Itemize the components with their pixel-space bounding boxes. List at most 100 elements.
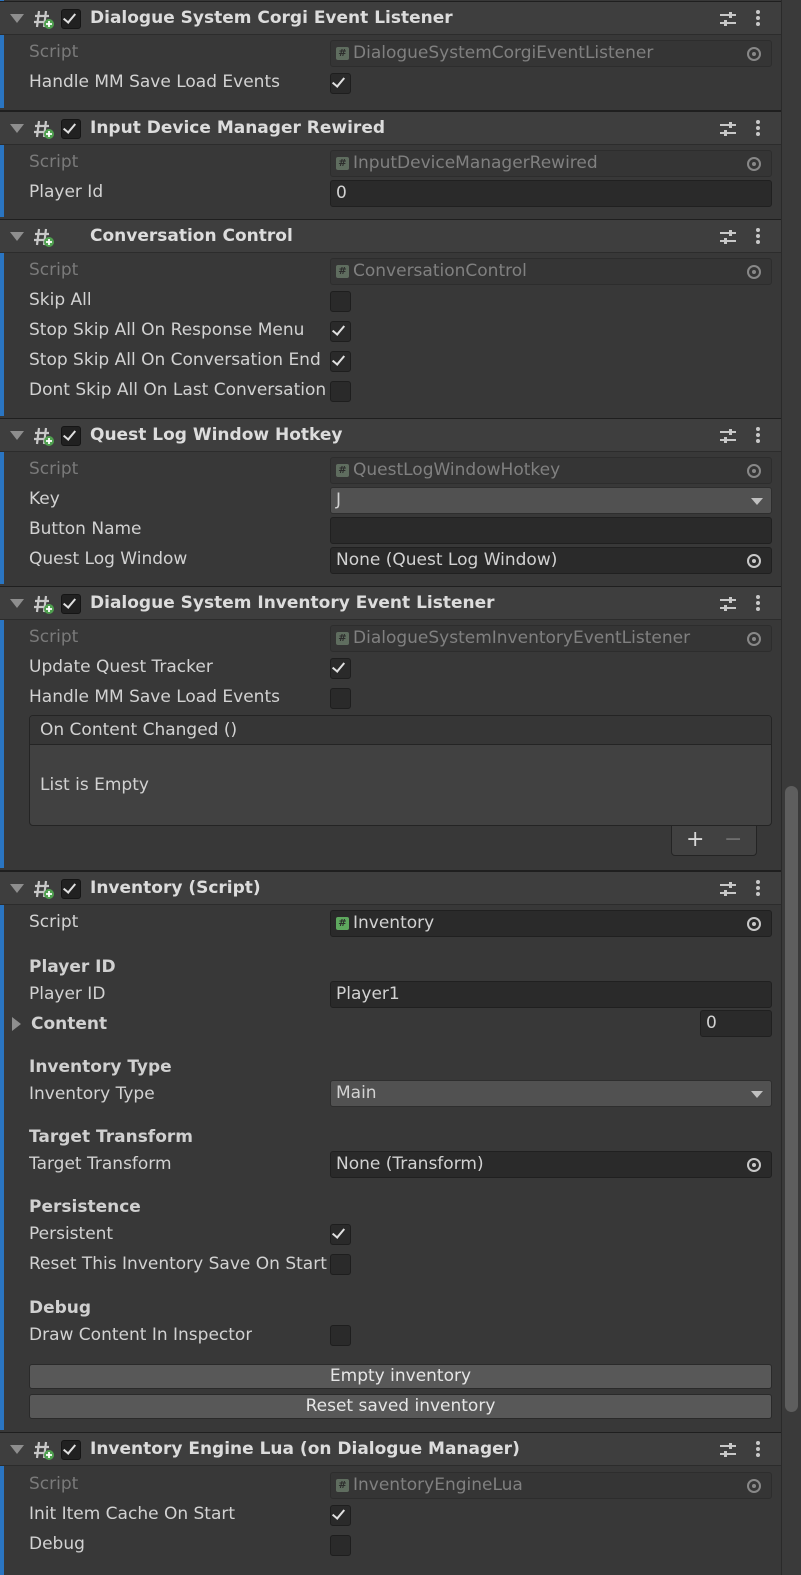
foldout-arrow-icon[interactable] [10,124,24,133]
context-menu-icon[interactable] [749,9,767,29]
script-field[interactable]: # Inventory [330,910,772,937]
check-icon [331,74,346,88]
component-inventory-event-listener: Dialogue System Inventory Event Listener… [0,586,781,872]
field-label: Dont Skip All On Last Conversation [29,380,327,400]
content-label[interactable]: Content [31,1014,107,1034]
script-file-icon: # [336,632,349,645]
object-picker-icon[interactable] [747,1158,761,1172]
add-event-button[interactable]: + [686,828,704,852]
inventory-type-dropdown[interactable]: Main [330,1080,772,1107]
field-label: Update Quest Tracker [29,657,213,677]
component-enabled-checkbox[interactable] [61,594,81,614]
script-component-icon [34,228,54,247]
preset-sliders-icon[interactable] [718,121,738,137]
key-dropdown[interactable]: J [330,487,772,514]
empty-inventory-button[interactable]: Empty inventory [29,1364,772,1389]
script-field[interactable]: # ConversationControl [330,258,772,285]
persistent-checkbox[interactable] [330,1224,351,1245]
foldout-arrow-icon[interactable] [10,232,24,241]
dropdown-arrow-icon [751,498,763,505]
component-title: Conversation Control [90,226,293,246]
reset-inventory-save-checkbox[interactable] [330,1254,351,1275]
context-menu-icon[interactable] [749,879,767,899]
vertical-scrollbar[interactable] [781,0,801,1575]
component-enabled-checkbox[interactable] [61,9,81,29]
object-picker-icon[interactable] [747,47,761,61]
component-header[interactable]: Dialogue System Corgi Event Listener [0,1,781,35]
context-menu-icon[interactable] [749,426,767,446]
script-field[interactable]: # DialogueSystemInventoryEventListener [330,625,772,652]
dont-skip-last-conversation-checkbox[interactable] [330,381,351,402]
update-quest-tracker-checkbox[interactable] [330,658,351,679]
object-picker-icon[interactable] [747,1479,761,1493]
preset-sliders-icon[interactable] [718,428,738,444]
remove-event-button[interactable]: − [724,828,742,852]
field-label: Key [29,489,60,509]
foldout-arrow-icon[interactable] [10,599,24,608]
reset-saved-inventory-button[interactable]: Reset saved inventory [29,1394,772,1419]
init-item-cache-checkbox[interactable] [330,1505,351,1526]
script-field[interactable]: # QuestLogWindowHotkey [330,457,772,484]
preset-sliders-icon[interactable] [718,596,738,612]
object-picker-icon[interactable] [747,554,761,568]
object-picker-icon[interactable] [747,632,761,646]
player-id-input[interactable]: Player1 [330,981,772,1008]
component-title: Inventory Engine Lua (on Dialogue Manage… [90,1439,520,1459]
script-field[interactable]: # InventoryEngineLua [330,1472,772,1499]
script-field[interactable]: # DialogueSystemCorgiEventListener [330,40,772,67]
preset-sliders-icon[interactable] [718,11,738,27]
content-size-input[interactable]: 0 [700,1010,772,1037]
context-menu-icon[interactable] [749,119,767,139]
script-label: Script [29,627,79,647]
quest-log-window-field[interactable]: None (Quest Log Window) [330,547,772,574]
handle-mm-save-load-checkbox[interactable] [330,73,351,94]
component-enabled-checkbox[interactable] [61,1440,81,1460]
component-title: Dialogue System Corgi Event Listener [90,8,453,28]
component-enabled-checkbox[interactable] [61,119,81,139]
player-id-input[interactable]: 0 [330,180,772,207]
object-picker-icon[interactable] [747,917,761,931]
foldout-arrow-icon[interactable] [10,431,24,440]
check-icon [62,427,77,441]
object-picker-icon[interactable] [747,265,761,279]
object-picker-icon[interactable] [747,464,761,478]
component-header[interactable]: Input Device Manager Rewired [0,111,781,145]
component-header[interactable]: Dialogue System Inventory Event Listener [0,586,781,620]
context-menu-icon[interactable] [749,227,767,247]
object-picker-icon[interactable] [747,157,761,171]
section-header: Player ID [29,957,116,977]
content-foldout-arrow-icon[interactable] [12,1017,21,1031]
script-file-icon: # [336,1479,349,1492]
context-menu-icon[interactable] [749,1440,767,1460]
dropdown-arrow-icon [751,1091,763,1098]
script-field[interactable]: # InputDeviceManagerRewired [330,150,772,177]
preset-sliders-icon[interactable] [718,229,738,245]
component-enabled-checkbox[interactable] [61,426,81,446]
foldout-arrow-icon[interactable] [10,1445,24,1454]
component-enabled-checkbox[interactable] [61,879,81,899]
target-transform-field[interactable]: None (Transform) [330,1151,772,1178]
check-icon [331,322,346,336]
foldout-arrow-icon[interactable] [10,14,24,23]
context-menu-icon[interactable] [749,594,767,614]
stop-skip-conversation-end-checkbox[interactable] [330,351,351,372]
foldout-arrow-icon[interactable] [10,884,24,893]
handle-mm-save-load-checkbox[interactable] [330,688,351,709]
draw-content-checkbox[interactable] [330,1325,351,1346]
component-header[interactable]: Quest Log Window Hotkey [0,418,781,452]
skip-all-checkbox[interactable] [330,291,351,312]
stop-skip-response-menu-checkbox[interactable] [330,321,351,342]
scrollbar-thumb[interactable] [785,786,798,1412]
component-header[interactable]: Conversation Control [0,219,781,253]
button-name-input[interactable] [330,517,772,544]
component-accent-bar [0,586,4,868]
preset-sliders-icon[interactable] [718,1442,738,1458]
field-label: Player ID [29,984,106,1004]
script-file-icon: # [336,464,349,477]
preset-sliders-icon[interactable] [718,881,738,897]
section-header: Target Transform [29,1127,193,1147]
component-header[interactable]: Inventory (Script) [0,871,781,905]
debug-checkbox[interactable] [330,1535,351,1556]
component-header[interactable]: Inventory Engine Lua (on Dialogue Manage… [0,1432,781,1466]
check-icon [331,1225,346,1239]
